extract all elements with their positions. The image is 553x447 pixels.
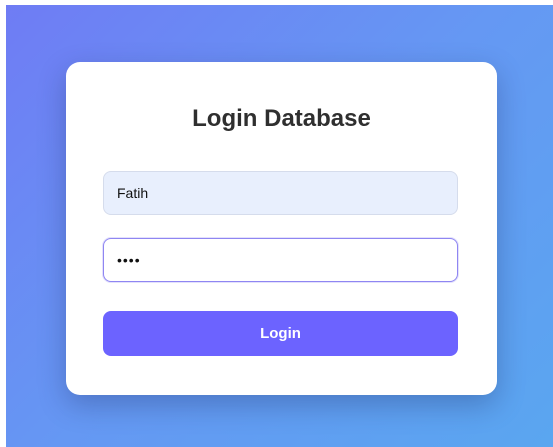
username-input[interactable]	[103, 171, 458, 215]
login-card: Login Database Login	[66, 62, 497, 395]
login-button[interactable]: Login	[103, 311, 458, 356]
page-title: Login Database	[192, 105, 371, 132]
password-input[interactable]	[103, 238, 458, 282]
page-background: Login Database Login	[6, 5, 553, 447]
